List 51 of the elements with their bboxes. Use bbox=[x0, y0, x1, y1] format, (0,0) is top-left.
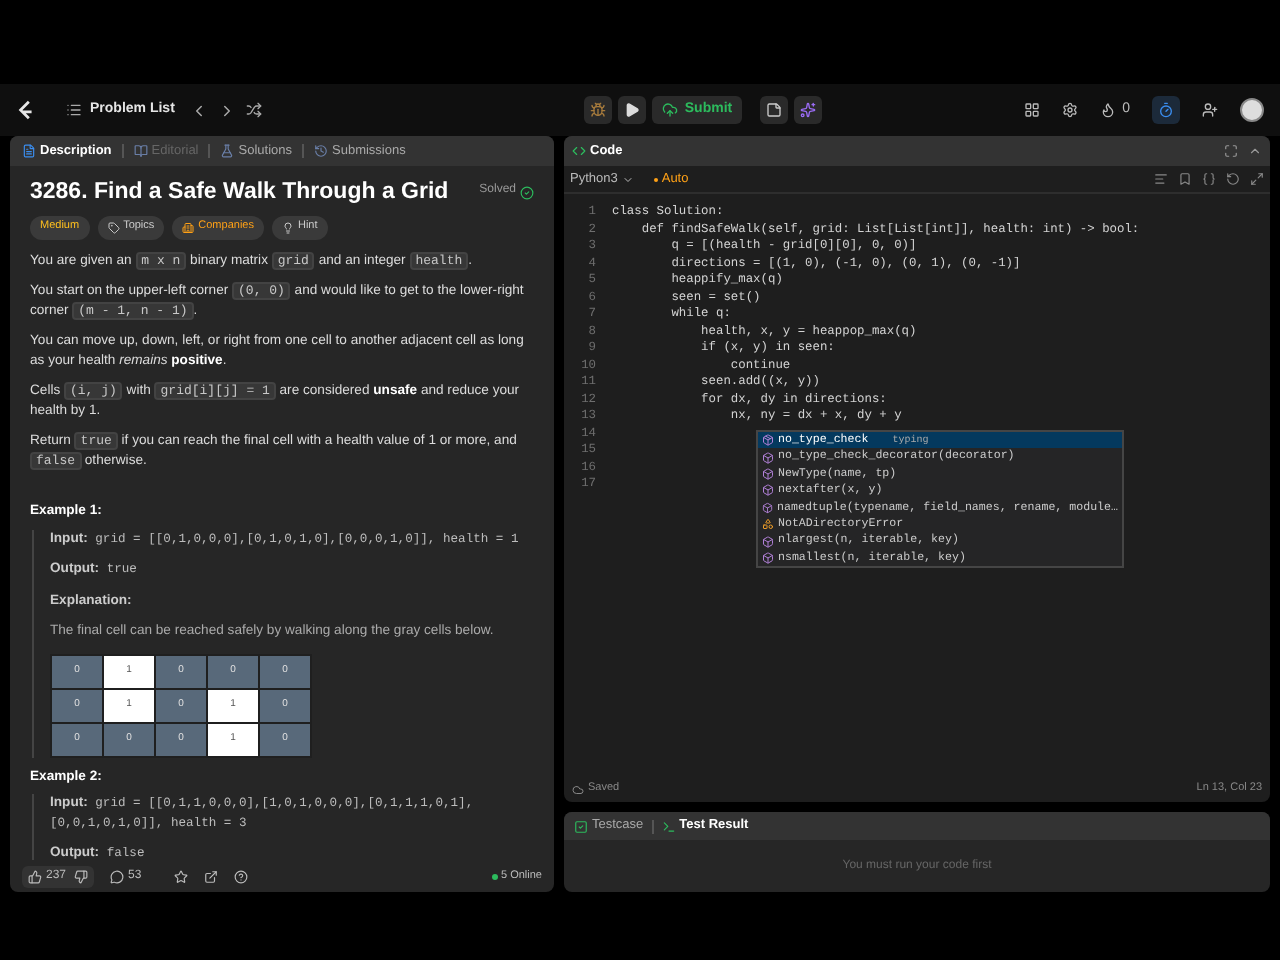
bookmark-icon[interactable] bbox=[1178, 172, 1192, 186]
braces-icon[interactable] bbox=[1202, 172, 1216, 186]
cube-icon bbox=[762, 501, 774, 514]
comment-icon bbox=[110, 869, 125, 883]
settings-icon[interactable] bbox=[1062, 102, 1079, 118]
timer-icon bbox=[1158, 102, 1174, 118]
cloud-upload-icon bbox=[662, 102, 679, 118]
tab-icon bbox=[133, 144, 148, 158]
cube-icon bbox=[762, 468, 774, 481]
collapse-icon[interactable] bbox=[1248, 144, 1262, 158]
cube-icon bbox=[762, 484, 774, 497]
logo-icon[interactable] bbox=[16, 99, 38, 121]
dislike-icon[interactable] bbox=[74, 869, 89, 883]
play-icon bbox=[624, 102, 641, 118]
cube-icon bbox=[762, 535, 774, 548]
code-icon bbox=[572, 144, 586, 158]
problem-title: 3286. Find a Safe Walk Through a Grid bbox=[30, 178, 449, 206]
tab-icon bbox=[314, 144, 328, 158]
flame-icon[interactable] bbox=[1100, 102, 1117, 118]
tab-icon bbox=[574, 819, 588, 833]
timer-button[interactable] bbox=[1152, 96, 1180, 124]
thumbs-up-icon bbox=[28, 869, 42, 883]
bug-icon bbox=[590, 102, 607, 118]
list-icon bbox=[66, 102, 82, 118]
avatar[interactable] bbox=[1240, 98, 1264, 122]
note-icon bbox=[766, 102, 783, 118]
sparkle-button[interactable] bbox=[794, 96, 823, 124]
fullscreen-icon[interactable] bbox=[1224, 144, 1238, 158]
sparkle-icon bbox=[800, 102, 817, 118]
class-icon bbox=[762, 518, 774, 531]
cube-icon bbox=[762, 434, 774, 447]
star-icon[interactable] bbox=[173, 869, 188, 883]
tab-icon bbox=[220, 144, 235, 158]
cloud-icon bbox=[572, 783, 584, 795]
share-icon[interactable] bbox=[203, 869, 218, 883]
debug-button[interactable] bbox=[584, 96, 613, 124]
cube-icon bbox=[762, 552, 774, 565]
note-button[interactable] bbox=[760, 96, 789, 124]
reset-icon[interactable] bbox=[1226, 172, 1240, 186]
run-button[interactable] bbox=[618, 96, 647, 124]
expand-icon[interactable] bbox=[1250, 172, 1264, 186]
check-icon bbox=[520, 185, 534, 199]
help-icon[interactable] bbox=[233, 869, 248, 883]
layout-icon[interactable] bbox=[1024, 102, 1041, 118]
tab-icon bbox=[22, 144, 36, 158]
add-user-icon[interactable] bbox=[1202, 102, 1218, 118]
chevron-down-icon bbox=[621, 173, 634, 185]
tab-icon bbox=[661, 819, 676, 833]
format-icon[interactable] bbox=[1154, 172, 1168, 186]
cube-icon bbox=[762, 451, 774, 464]
shuffle-icon[interactable] bbox=[246, 102, 263, 118]
